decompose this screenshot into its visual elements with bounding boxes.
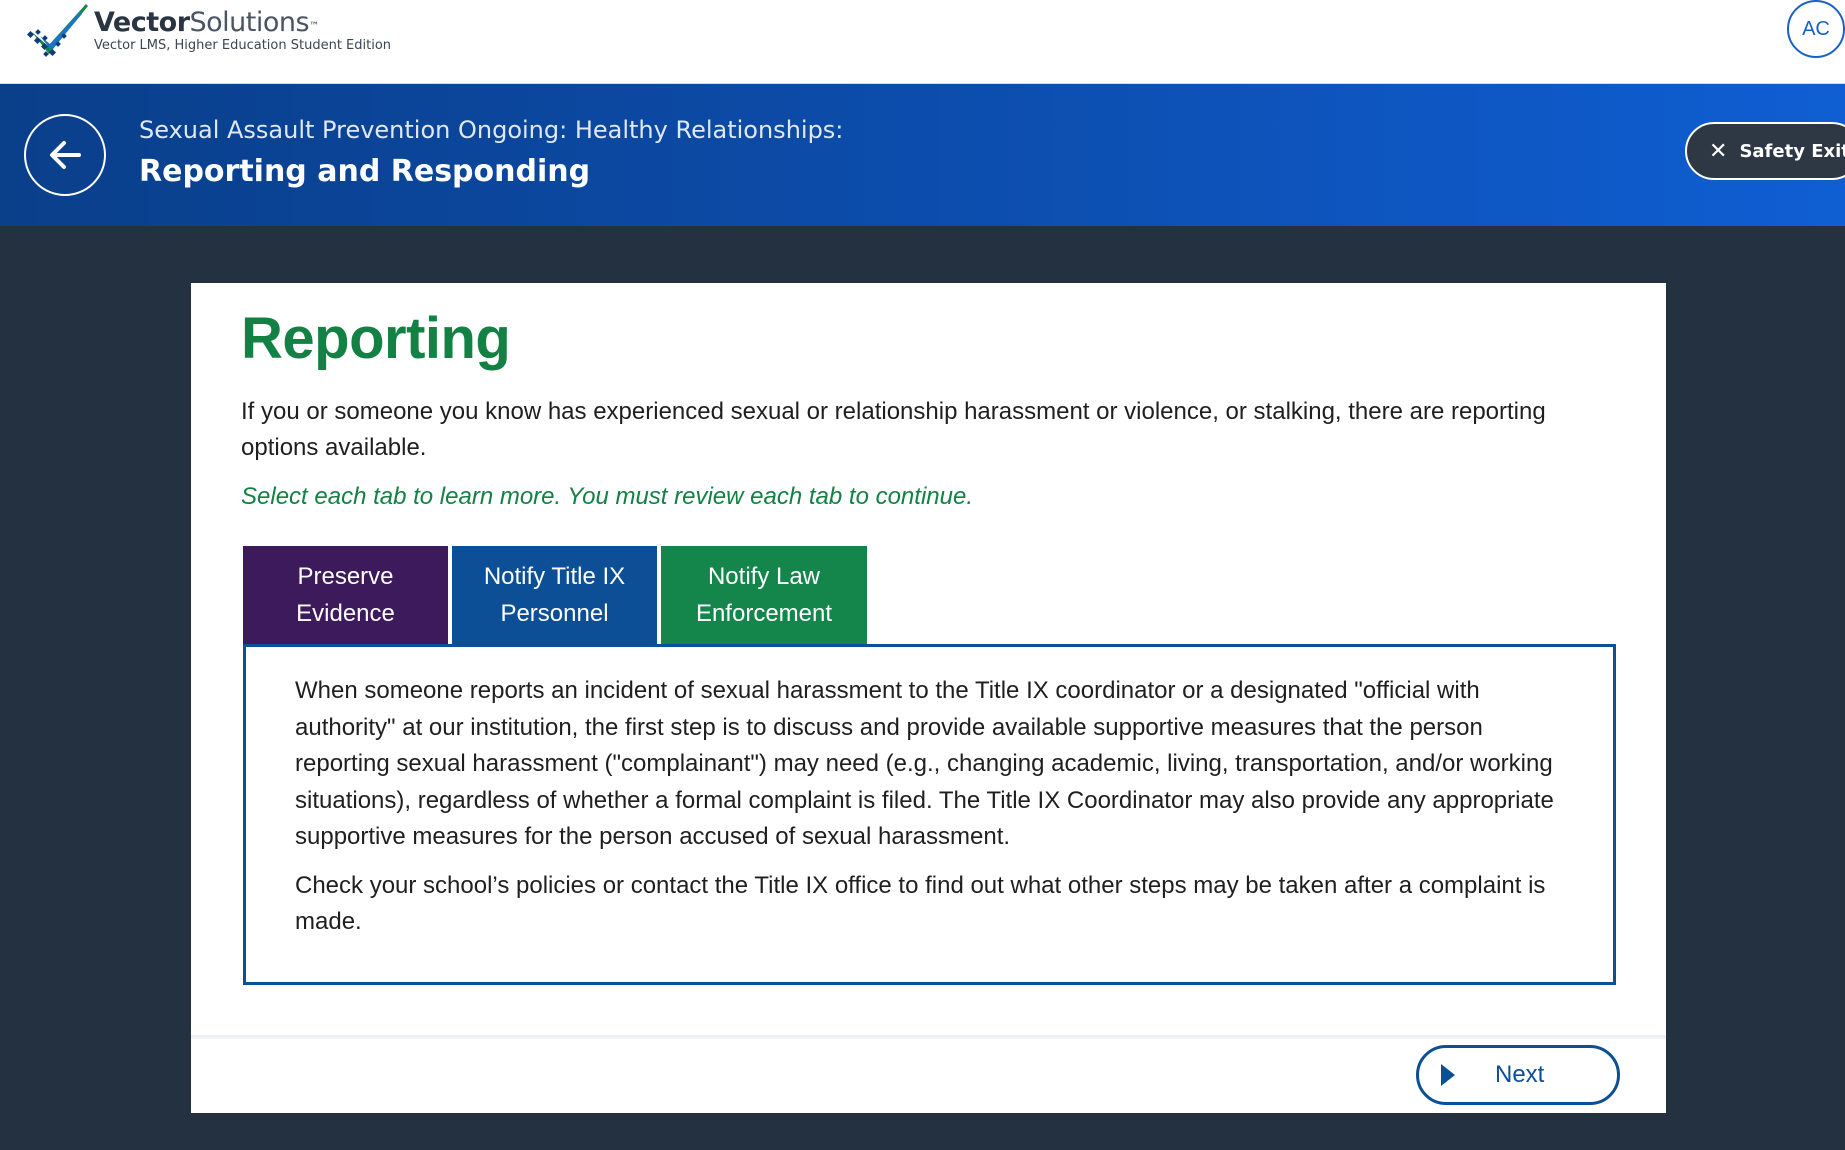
vector-solutions-logo-icon xyxy=(26,4,88,57)
vector-solutions-logo[interactable]: VectorSolutions™ Vector LMS, Higher Educ… xyxy=(26,2,391,64)
logo-brand: VectorSolutions™ xyxy=(94,8,391,38)
card-divider xyxy=(191,1035,1666,1039)
tab-panel: When someone reports an incident of sexu… xyxy=(243,644,1616,985)
page-title: Reporting xyxy=(241,306,511,371)
safety-exit-label: Safety Exit xyxy=(1739,140,1845,162)
back-button[interactable] xyxy=(24,114,106,196)
safety-exit-button[interactable]: ✕ Safety Exit xyxy=(1685,122,1845,180)
lesson-card: Reporting If you or someone you know has… xyxy=(191,283,1666,1113)
instructions-text: Select each tab to learn more. You must … xyxy=(241,483,973,510)
tab-notify-title-ix-personnel[interactable]: Notify Title IX Personnel xyxy=(452,546,657,644)
panel-paragraph-2: Check your school’s policies or contact … xyxy=(295,871,1546,936)
tab-notify-law-enforcement[interactable]: Notify Law Enforcement xyxy=(661,546,867,644)
tab-list: Preserve Evidence Notify Title IX Person… xyxy=(243,546,871,644)
user-avatar-button[interactable]: AC xyxy=(1787,0,1845,58)
next-button-label: Next xyxy=(1495,1061,1545,1088)
course-subtitle: Sexual Assault Prevention Ongoing: Healt… xyxy=(139,116,844,144)
top-header: VectorSolutions™ Vector LMS, Higher Educ… xyxy=(0,0,1845,84)
next-button[interactable]: Next xyxy=(1416,1045,1620,1105)
close-icon: ✕ xyxy=(1709,138,1728,164)
logo-trademark: ™ xyxy=(309,21,319,32)
course-banner: Sexual Assault Prevention Ongoing: Healt… xyxy=(0,84,1845,226)
tab-preserve-evidence[interactable]: Preserve Evidence xyxy=(243,546,448,644)
intro-text: If you or someone you know has experienc… xyxy=(241,398,1546,461)
logo-tagline: Vector LMS, Higher Education Student Edi… xyxy=(94,38,392,53)
logo-brand-bold: Vector xyxy=(94,7,190,38)
panel-paragraph-1: When someone reports an incident of sexu… xyxy=(295,677,1554,850)
play-icon xyxy=(1441,1064,1455,1086)
course-title: Reporting and Responding xyxy=(139,154,591,189)
arrow-left-icon xyxy=(50,141,81,169)
logo-brand-light: Solutions xyxy=(189,7,310,38)
